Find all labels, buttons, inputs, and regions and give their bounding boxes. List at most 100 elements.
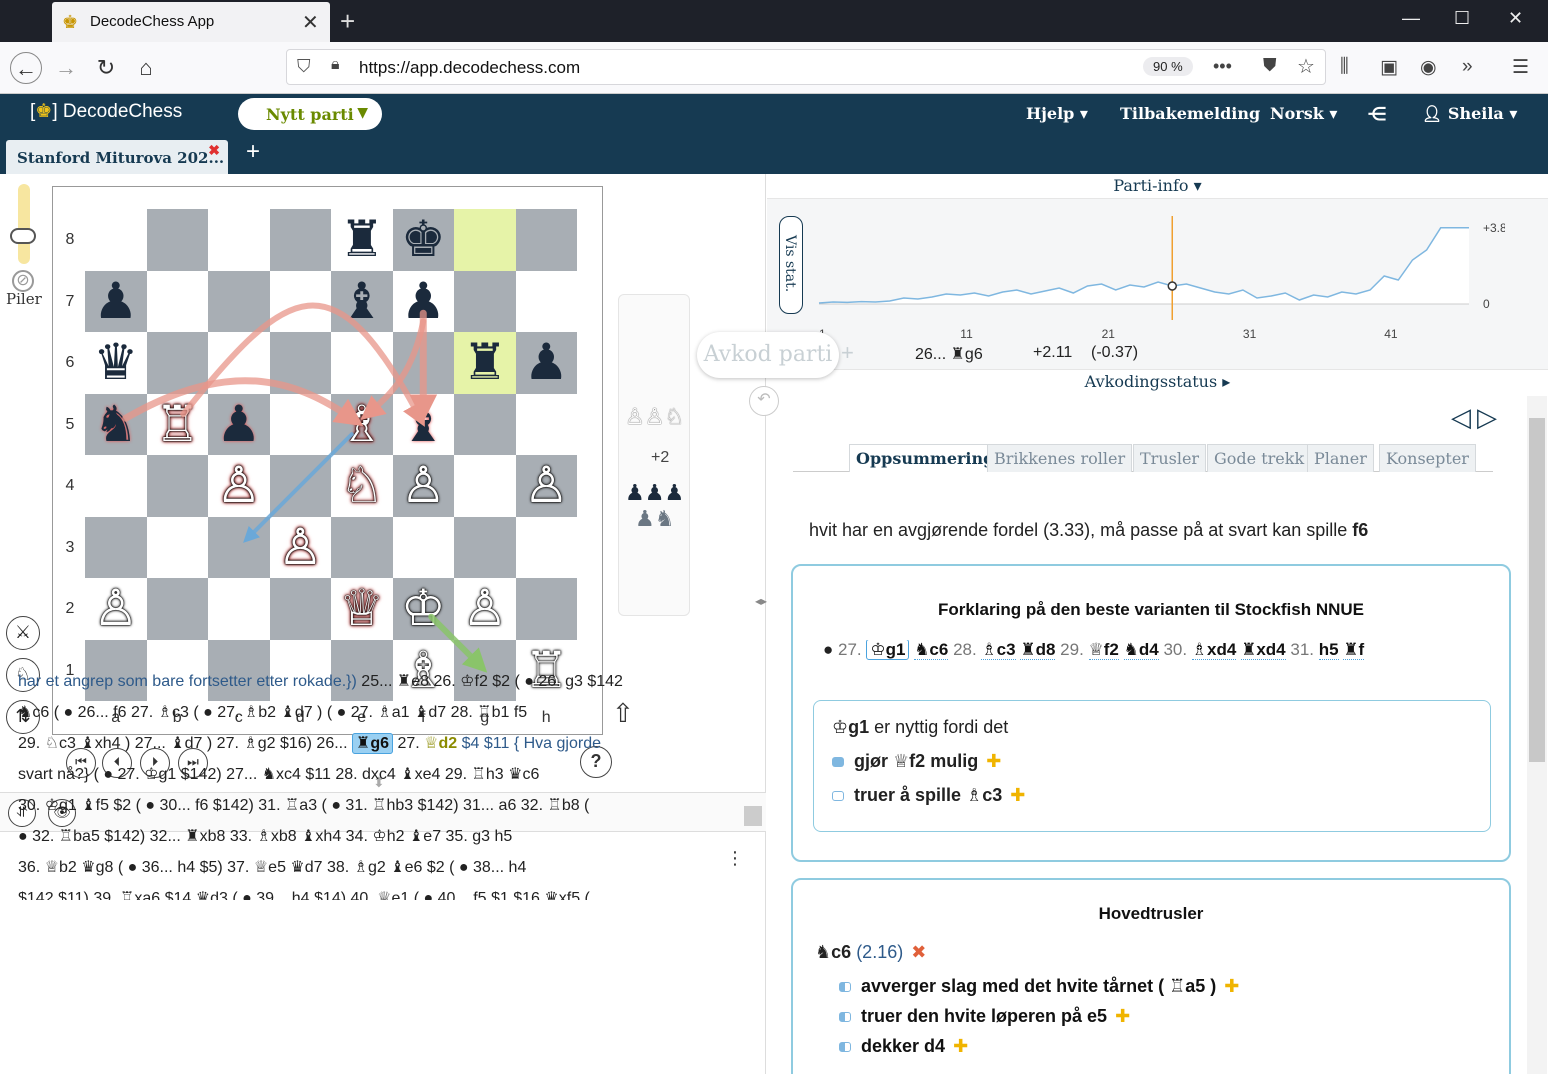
- pv-move[interactable]: ♜f: [1343, 640, 1365, 660]
- summary-move[interactable]: f6: [1352, 520, 1368, 540]
- square-d4[interactable]: [269, 455, 331, 517]
- square-h5[interactable]: [515, 393, 577, 455]
- analysis-nav-arrows[interactable]: ◁▷: [1451, 402, 1503, 433]
- piece-c4[interactable]: ♙: [208, 455, 270, 517]
- move-line-2[interactable]: ♞c6 ( ● 26... f6 27. ♗c3 ( ● 27. ♗b2 ♝d7…: [18, 697, 738, 728]
- pv-move[interactable]: ♜d8: [1020, 640, 1056, 660]
- no-arrows-icon[interactable]: ⊘: [12, 270, 34, 292]
- move-line-6[interactable]: ● 32. ♖ba5 $142) 32... ♜xb8 33. ♗xb8 ♝xh…: [18, 821, 738, 852]
- account-icon[interactable]: ◉: [1420, 56, 1437, 79]
- tab-gode-trekk[interactable]: Gode trekk: [1207, 444, 1312, 472]
- move-text-3b[interactable]: 27.: [397, 735, 419, 752]
- square-g4[interactable]: [454, 455, 516, 517]
- pv-move[interactable]: ♜xd4: [1241, 640, 1286, 660]
- expand-plus-icon[interactable]: ✚: [953, 1036, 968, 1056]
- square-f3[interactable]: [392, 516, 454, 578]
- square-e6[interactable]: [331, 332, 393, 394]
- piece-e8[interactable]: ♜: [331, 209, 393, 271]
- add-game-tab-button[interactable]: +: [246, 138, 260, 166]
- square-g3[interactable]: [454, 516, 516, 578]
- decode-plus-icon[interactable]: +: [841, 340, 854, 366]
- pv-move[interactable]: ♔g1: [866, 640, 910, 660]
- forward-icon[interactable]: →: [50, 52, 82, 84]
- zoom-level[interactable]: 90 %: [1143, 57, 1193, 76]
- piece-c5[interactable]: ♟: [208, 394, 270, 456]
- square-c6[interactable]: [208, 332, 270, 394]
- move-text-3a[interactable]: 29. ♘c3 ♝xh4 ) 27... ♝d7 ) 27. ♗g2 $16) …: [18, 735, 348, 752]
- square-b4[interactable]: [146, 455, 208, 517]
- square-d6[interactable]: [269, 332, 331, 394]
- piece-a2[interactable]: ♙: [85, 578, 147, 640]
- move-line-5[interactable]: 30. ♔g1 ♝f5 $2 ( ● 30... f6 $142) 31. ♖a…: [18, 790, 738, 821]
- piece-f2[interactable]: ♔: [393, 578, 455, 640]
- move-list-scroll-thumb[interactable]: [744, 806, 762, 826]
- reason-move[interactable]: ♗c3: [966, 785, 1002, 805]
- piece-h6[interactable]: ♟: [516, 332, 578, 394]
- tab-trusler[interactable]: Trusler: [1133, 444, 1207, 472]
- piece-e5[interactable]: ♗: [331, 394, 393, 456]
- sidebar-icon[interactable]: ▣: [1380, 56, 1398, 79]
- remove-threat-icon[interactable]: ✖: [911, 942, 926, 962]
- pv-move[interactable]: ♗xd4: [1191, 640, 1237, 660]
- new-game-button[interactable]: Nytt parti ▼: [238, 98, 382, 130]
- piece-e4[interactable]: ♘: [331, 455, 393, 517]
- bookmark-star-icon[interactable]: ☆: [1297, 54, 1315, 79]
- pv-move[interactable]: ♞d4: [1123, 640, 1159, 660]
- square-h8[interactable]: [515, 209, 577, 271]
- square-b6[interactable]: [146, 332, 208, 394]
- square-c2[interactable]: [208, 578, 270, 640]
- tab-brikkenes-roller[interactable]: Brikkenes roller: [987, 444, 1133, 472]
- game-tab[interactable]: Stanford Miturova 202... ✖: [6, 140, 228, 174]
- panel-resize-icon[interactable]: ◂▸: [755, 594, 767, 608]
- browser-tab[interactable]: ♚ DecodeChess App ✕: [52, 2, 330, 42]
- expand-plus-icon[interactable]: ✚: [1010, 785, 1025, 805]
- expand-plus-icon[interactable]: ✚: [986, 751, 1001, 771]
- close-tab-icon[interactable]: ✕: [302, 10, 319, 35]
- square-g5[interactable]: [454, 393, 516, 455]
- chess-board[interactable]: 8 7 6 5 4 3 2 1 a b c d e f g h ♜ ♚ ♟ ♝ ♟ ♛ ♜ ♟ ♞ ♖ ♟ ♗ ♝ ♙ ♘ ♙ ♙ ♙ ♙ ♕ ♔ ♙ ♗ ♖: [66, 209, 578, 726]
- reason-move[interactable]: ♕f2: [893, 751, 925, 771]
- language-menu[interactable]: Norsk ▾: [1270, 104, 1337, 123]
- move-text-3c[interactable]: $4 $11 { Hva gjorde: [462, 735, 601, 752]
- prev-analysis-icon[interactable]: ◁: [1451, 402, 1477, 432]
- lock-icon[interactable]: 🔒︎: [331, 56, 340, 74]
- swords-icon[interactable]: ⚔: [6, 616, 40, 650]
- maximize-icon[interactable]: ☐: [1454, 8, 1470, 29]
- piece-f4[interactable]: ♙: [393, 455, 455, 517]
- user-menu[interactable]: 👤︎ Sheila ▾: [1422, 104, 1517, 123]
- decode-status-toggle[interactable]: Avkodingsstatus ▸: [767, 372, 1548, 391]
- feedback-link[interactable]: Tilbakemelding: [1120, 104, 1260, 123]
- hamburger-menu-icon[interactable]: ☰: [1512, 56, 1529, 79]
- square-b2[interactable]: [146, 578, 208, 640]
- piece-d3[interactable]: ♙: [270, 517, 332, 579]
- piece-a7[interactable]: ♟: [85, 271, 147, 333]
- app-logo[interactable]: [♚] DecodeChess: [30, 100, 182, 123]
- square-d8[interactable]: [269, 209, 331, 271]
- square-b7[interactable]: [146, 270, 208, 332]
- square-a3[interactable]: [85, 516, 147, 578]
- pv-move[interactable]: h5: [1318, 640, 1339, 660]
- tab-oppsummering[interactable]: Oppsummering: [849, 444, 1002, 472]
- square-h2[interactable]: [515, 578, 577, 640]
- reload-icon[interactable]: ↻: [90, 52, 122, 84]
- alt-move[interactable]: ♕d2: [424, 735, 457, 752]
- piece-b5[interactable]: ♖: [147, 394, 209, 456]
- piece-g2[interactable]: ♙: [454, 578, 516, 640]
- square-g8[interactable]: [454, 209, 516, 271]
- more-actions-icon[interactable]: •••: [1213, 56, 1232, 77]
- tab-konsepter[interactable]: Konsepter: [1379, 444, 1476, 472]
- move-list[interactable]: har et angrep som bare fortsetter etter …: [18, 666, 738, 900]
- square-d7[interactable]: [269, 270, 331, 332]
- move-text-1[interactable]: 25... ♜e8 26. ♔f2 $2 ( ● 26. g3 $142: [361, 673, 623, 690]
- pv-move[interactable]: ♗c3: [981, 640, 1016, 660]
- threat-move[interactable]: ♞c6: [815, 942, 851, 962]
- tab-planer[interactable]: Planer: [1307, 444, 1374, 472]
- square-c7[interactable]: [208, 270, 270, 332]
- new-tab-button[interactable]: +: [340, 6, 355, 37]
- game-info-toggle[interactable]: Parti-info ▾: [767, 176, 1548, 195]
- expand-plus-icon[interactable]: ✚: [1224, 976, 1239, 996]
- square-h7[interactable]: [515, 270, 577, 332]
- pv-move[interactable]: ♕f2: [1088, 640, 1119, 660]
- url-bar[interactable]: ⛉ 🔒︎ https://app.decodechess.com 90 % ••…: [286, 49, 1326, 85]
- current-move-dot[interactable]: [1167, 281, 1178, 291]
